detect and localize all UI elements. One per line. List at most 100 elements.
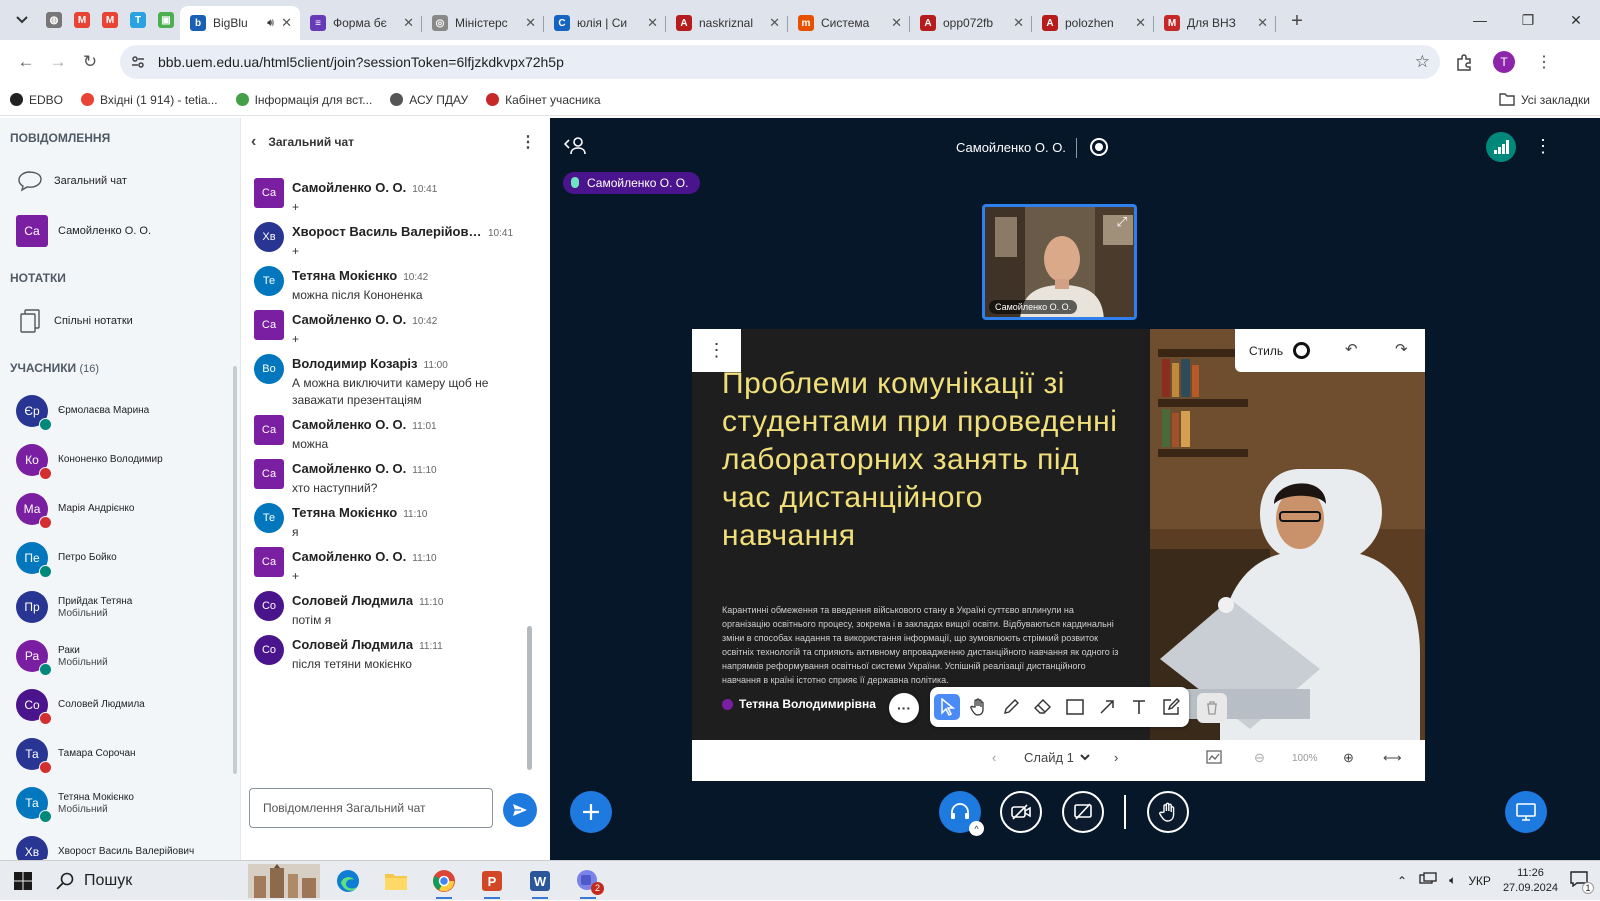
extensions-icon[interactable] bbox=[1448, 46, 1480, 78]
private-chat-item[interactable]: Са Самойленко О. О. bbox=[0, 206, 240, 256]
connection-status-button[interactable] bbox=[1486, 132, 1516, 162]
delete-icon[interactable] bbox=[1197, 693, 1227, 723]
participant-item[interactable]: Пр Прийдак Тетяна Мобільний bbox=[0, 582, 240, 631]
bookmark-item[interactable]: Кабінет учасника bbox=[486, 93, 601, 107]
audio-button[interactable]: ^ bbox=[939, 791, 984, 836]
pinned-tab[interactable]: M bbox=[96, 5, 124, 35]
language-indicator[interactable]: УКР bbox=[1468, 874, 1491, 888]
all-bookmarks[interactable]: Усі закладки bbox=[1499, 93, 1590, 107]
minimize-icon[interactable]: — bbox=[1456, 0, 1504, 40]
browser-tab[interactable]: Cюлія | Си ✕ bbox=[544, 6, 666, 40]
fit-slide-icon[interactable] bbox=[1206, 750, 1222, 767]
presentation-slide[interactable]: Проблеми комунікації зі студентами при п… bbox=[692, 329, 1425, 740]
hand-tool-icon[interactable] bbox=[966, 694, 992, 720]
previous-slide-icon[interactable]: ‹ bbox=[992, 750, 996, 765]
note-tool-icon[interactable] bbox=[1158, 694, 1184, 720]
redo-icon[interactable]: ↷ bbox=[1395, 340, 1408, 358]
presentation-toggle-button[interactable] bbox=[1505, 791, 1547, 833]
volume-icon[interactable]: 🔈︎ bbox=[1449, 873, 1456, 888]
pinned-tab[interactable]: T bbox=[124, 5, 152, 35]
clock[interactable]: 11:26 27.09.2024 bbox=[1503, 866, 1558, 896]
browser-tab[interactable]: ≡ Форма бє ✕ bbox=[300, 6, 422, 40]
close-tab-icon[interactable]: ✕ bbox=[1013, 15, 1024, 31]
url-text[interactable]: bbb.uem.edu.ua/html5client/join?sessionT… bbox=[158, 54, 1403, 70]
bookmark-star-icon[interactable]: ☆ bbox=[1415, 52, 1430, 72]
pencil-tool-icon[interactable] bbox=[998, 694, 1024, 720]
toggle-userlist-icon[interactable] bbox=[563, 136, 586, 159]
undo-icon[interactable]: ↶ bbox=[1345, 340, 1358, 358]
text-tool-icon[interactable] bbox=[1126, 694, 1152, 720]
arrow-tool-icon[interactable] bbox=[1094, 694, 1120, 720]
shared-notes-item[interactable]: Спільні нотатки bbox=[0, 296, 240, 346]
close-tab-icon[interactable]: ✕ bbox=[769, 15, 780, 31]
bookmark-item[interactable]: Інформація для вст... bbox=[235, 93, 372, 107]
search-highlight-image[interactable] bbox=[244, 861, 324, 901]
reload-button[interactable]: ↻ bbox=[74, 46, 106, 78]
next-slide-icon[interactable]: › bbox=[1114, 750, 1118, 765]
participant-item[interactable]: Со Соловей Людмила bbox=[0, 680, 240, 729]
profile-avatar[interactable]: T bbox=[1488, 46, 1520, 78]
browser-menu-icon[interactable]: ⋮ bbox=[1528, 46, 1560, 78]
chat-input[interactable]: Повідомлення Загальний чат bbox=[249, 788, 493, 828]
close-tab-icon[interactable]: ✕ bbox=[647, 15, 658, 31]
whiteboard[interactable]: Проблеми комунікації зі студентами при п… bbox=[692, 329, 1425, 781]
participant-item[interactable]: Та Тетяна Мокієнко Мобільний bbox=[0, 778, 240, 827]
fit-width-icon[interactable]: ⟷ bbox=[1383, 750, 1402, 766]
participant-item[interactable]: Хв Хворост Василь Валерійович bbox=[0, 827, 240, 860]
participant-item[interactable]: Пе Петро Бойко bbox=[0, 533, 240, 582]
webcam-video[interactable]: Самойленко О. О. ⤢ bbox=[982, 204, 1137, 320]
audio-options-icon[interactable]: ^ bbox=[969, 821, 984, 836]
close-tab-icon[interactable]: ✕ bbox=[403, 15, 414, 31]
stage-options-icon[interactable]: ⋮ bbox=[1534, 136, 1552, 157]
rectangle-tool-icon[interactable] bbox=[1062, 694, 1088, 720]
browser-tab[interactable]: Aopp072fb ✕ bbox=[910, 6, 1032, 40]
browser-tab[interactable]: Anaskriznal ✕ bbox=[666, 6, 788, 40]
browser-tab[interactable]: ◎ Міністерс ✕ bbox=[422, 6, 544, 40]
close-tab-icon[interactable]: ✕ bbox=[525, 15, 536, 31]
close-window-icon[interactable]: ✕ bbox=[1552, 0, 1600, 40]
record-button[interactable] bbox=[1090, 138, 1108, 156]
bookmark-item[interactable]: АСУ ПДАУ bbox=[390, 93, 468, 107]
edge-icon[interactable] bbox=[324, 861, 372, 901]
network-icon[interactable] bbox=[1419, 872, 1437, 889]
file-explorer-icon[interactable] bbox=[372, 861, 420, 901]
back-button[interactable]: ← bbox=[10, 46, 42, 78]
notifications-icon[interactable]: 1 bbox=[1570, 871, 1594, 894]
pinned-tab[interactable]: ◍ bbox=[40, 5, 68, 35]
send-button[interactable] bbox=[503, 793, 537, 827]
forward-button[interactable]: → bbox=[42, 46, 74, 78]
sidebar-scrollbar[interactable] bbox=[233, 366, 237, 774]
public-chat-item[interactable]: Загальний чат bbox=[0, 156, 240, 206]
chat-scroll-thumb[interactable] bbox=[527, 626, 532, 770]
participant-item[interactable]: Ко Кононенко Володимир bbox=[0, 435, 240, 484]
pinned-tab[interactable]: ▣ bbox=[152, 5, 180, 35]
pinned-tab[interactable]: M bbox=[68, 5, 96, 35]
powerpoint-icon[interactable]: P bbox=[468, 861, 516, 901]
browser-tab[interactable]: M Для ВНЗ ✕ bbox=[1154, 6, 1276, 40]
zoom-in-icon[interactable]: ⊕ bbox=[1343, 750, 1354, 766]
raise-hand-button[interactable] bbox=[1147, 791, 1189, 833]
eraser-tool-icon[interactable] bbox=[1030, 694, 1056, 720]
whiteboard-options-icon[interactable]: ⋮ bbox=[692, 329, 741, 372]
select-tool-icon[interactable] bbox=[934, 694, 960, 720]
participant-item[interactable]: Єр Єрмолаєва Марина bbox=[0, 386, 240, 435]
chevron-up-icon[interactable]: ⌃ bbox=[1397, 874, 1407, 888]
audio-playing-icon[interactable]: 🔊︎ bbox=[267, 17, 274, 30]
style-label[interactable]: Стиль bbox=[1249, 344, 1283, 358]
zoom-level[interactable]: 100% bbox=[1292, 753, 1318, 764]
browser-tab[interactable]: m Система ✕ bbox=[788, 6, 910, 40]
bookmark-item[interactable]: EDBO bbox=[10, 93, 63, 107]
zoom-out-icon[interactable]: ⊖ bbox=[1254, 750, 1265, 766]
chat-options-icon[interactable]: ⋮ bbox=[520, 132, 536, 152]
chrome-icon[interactable] bbox=[420, 861, 468, 901]
slide-selector[interactable]: Слайд 1 bbox=[1024, 750, 1090, 765]
start-button[interactable] bbox=[0, 861, 46, 901]
chat-scrollbar[interactable] bbox=[527, 172, 532, 774]
omnibox[interactable]: bbb.uem.edu.ua/html5client/join?sessionT… bbox=[120, 45, 1440, 79]
new-tab-button[interactable]: + bbox=[1282, 6, 1312, 36]
fullscreen-icon[interactable]: ⤢ bbox=[1117, 214, 1127, 230]
word-icon[interactable]: W bbox=[516, 861, 564, 901]
teams-icon[interactable]: 2 bbox=[564, 861, 612, 901]
browser-tab[interactable]: Apolozhen ✕ bbox=[1032, 6, 1154, 40]
site-info-icon[interactable] bbox=[130, 54, 146, 70]
